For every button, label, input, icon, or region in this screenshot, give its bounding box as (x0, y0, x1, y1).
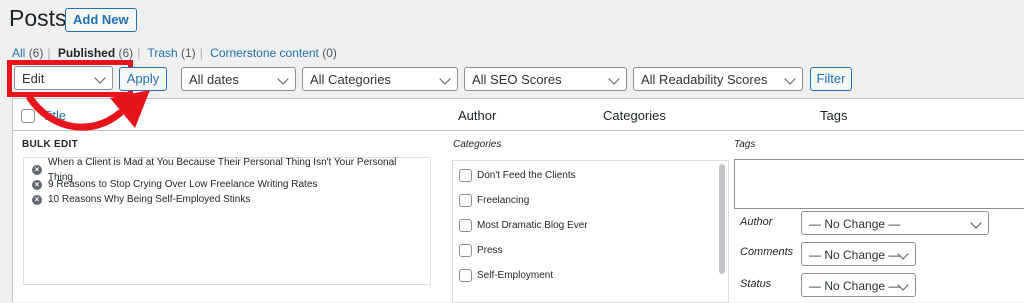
seo-score-filter-value: All SEO Scores (472, 72, 562, 87)
view-cornerstone-link[interactable]: Cornerstone content (210, 46, 319, 60)
category-checkbox[interactable] (459, 219, 472, 232)
category-filter-value: All Categories (310, 72, 391, 87)
view-trash-link[interactable]: Trash (147, 46, 177, 60)
author-label: Author (740, 216, 773, 228)
date-filter-select[interactable]: All dates (181, 67, 296, 91)
list-item: × When a Client is Mad at You Because The… (32, 157, 422, 183)
bulk-edit-post-list: × When a Client is Mad at You Because The… (23, 157, 431, 285)
filter-button[interactable]: Filter (810, 67, 852, 91)
date-filter-value: All dates (189, 72, 239, 87)
add-new-button[interactable]: Add New (65, 8, 137, 32)
list-item: × 10 Reasons Why Being Self-Employed Stin… (32, 192, 422, 207)
tags-label: Tags (734, 139, 756, 150)
category-label: Freelancing (477, 195, 530, 206)
view-published-count: (6) (118, 46, 134, 60)
author-select-value: — No Change — (809, 217, 901, 231)
post-title: 9 Reasons to Stop Crying Over Low Freela… (48, 179, 318, 190)
category-label: Self-Employment (477, 270, 554, 281)
chevron-down-icon (277, 73, 289, 85)
category-checkbox[interactable] (459, 194, 472, 207)
chevron-down-icon (970, 217, 982, 229)
category-label: Most Dramatic Blog Ever (477, 220, 588, 231)
category-item[interactable]: Most Dramatic Blog Ever (453, 213, 728, 238)
comments-select[interactable]: — No Change — (801, 242, 916, 266)
category-checklist: Don't Feed the Clients Freelancing Most … (452, 160, 729, 303)
category-checkbox[interactable] (459, 244, 472, 257)
category-checkbox[interactable] (459, 269, 472, 282)
comments-select-value: — No Change — (809, 248, 901, 262)
view-published-link[interactable]: Published (58, 46, 115, 60)
post-title: 10 Reasons Why Being Self-Employed Stink… (48, 194, 251, 205)
tags-textarea[interactable] (734, 159, 1024, 209)
category-label: Don't Feed the Clients (477, 170, 576, 181)
chevron-down-icon (608, 73, 620, 85)
author-select[interactable]: — No Change — (801, 211, 989, 235)
page-title: Posts (9, 5, 67, 31)
annotation-arrow-icon (26, 90, 150, 131)
view-all-count: (6) (28, 46, 44, 60)
category-scrollbar[interactable] (719, 164, 725, 274)
categories-label: Categories (453, 139, 502, 150)
chevron-down-icon (784, 73, 796, 85)
status-label: Status (740, 278, 772, 290)
column-categories-header: Categories (603, 108, 666, 123)
category-item[interactable]: Freelancing (453, 188, 728, 213)
category-item[interactable]: Press (453, 238, 728, 263)
view-trash-count: (1) (181, 46, 196, 60)
status-select[interactable]: — No Change — (801, 273, 916, 297)
category-label: Press (477, 245, 503, 256)
category-item[interactable]: Don't Feed the Clients (453, 163, 728, 188)
readability-filter-select[interactable]: All Readability Scores (633, 67, 803, 91)
category-item[interactable]: Self-Employment (453, 263, 728, 288)
view-all-link[interactable]: All (12, 46, 25, 60)
category-filter-select[interactable]: All Categories (302, 67, 458, 91)
column-author-header: Author (458, 108, 497, 123)
view-cornerstone-count: (0) (322, 46, 337, 60)
remove-circle-icon[interactable]: × (32, 164, 42, 175)
column-tags-header: Tags (820, 108, 848, 123)
readability-filter-value: All Readability Scores (641, 72, 768, 87)
remove-circle-icon[interactable]: × (32, 179, 42, 190)
remove-circle-icon[interactable]: × (32, 194, 42, 205)
seo-score-filter-select[interactable]: All SEO Scores (464, 67, 627, 91)
category-checkbox[interactable] (459, 169, 472, 182)
post-status-views: All (6) | Published (6) | Trash (1) | Corne… (12, 46, 337, 60)
comments-label: Comments (740, 246, 794, 258)
chevron-down-icon (439, 73, 451, 85)
status-select-value: — No Change — (809, 279, 901, 293)
